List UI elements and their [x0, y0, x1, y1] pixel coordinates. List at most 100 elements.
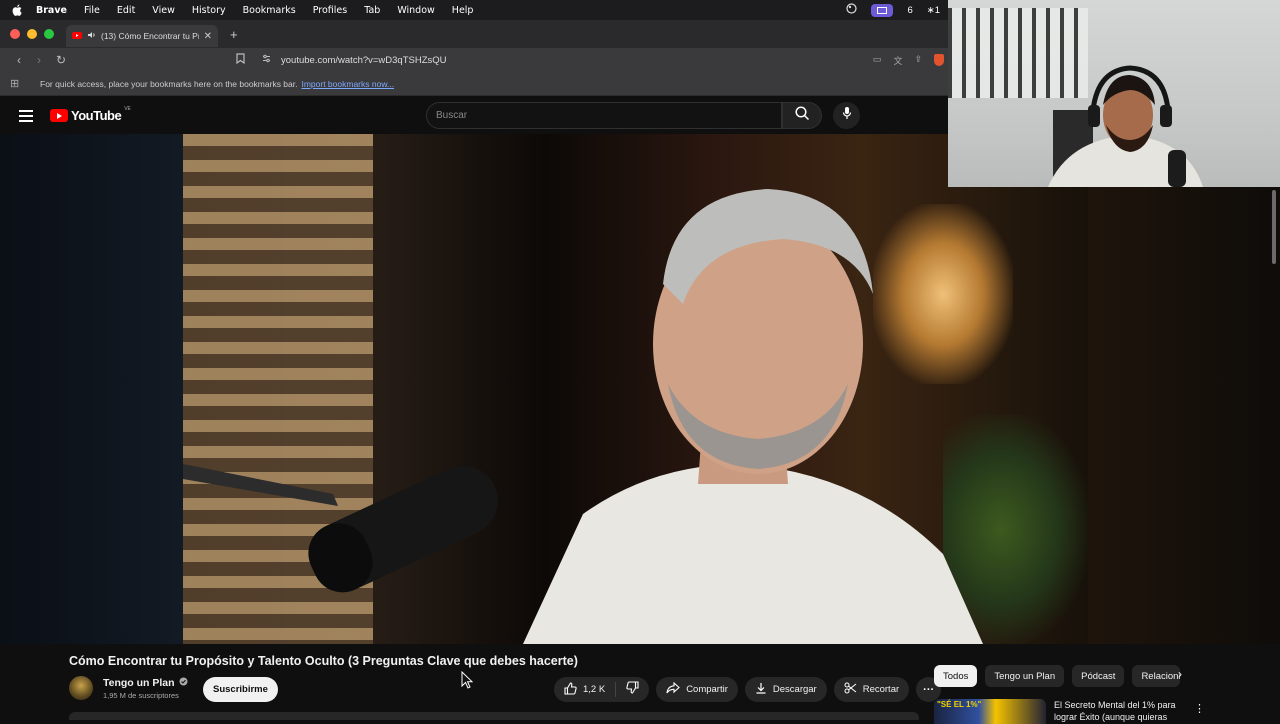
status-indicator: ∗1: [926, 4, 940, 16]
related-filter-chips: Todos Tengo un Plan Pódcast Relaciona: [934, 665, 1181, 687]
share-icon: [666, 681, 681, 697]
recommended-more-icon[interactable]: ⋮: [1194, 702, 1205, 715]
chip-related[interactable]: Relaciona: [1132, 665, 1181, 687]
voice-search-button[interactable]: [833, 102, 860, 129]
like-count: 1,2 K: [583, 684, 606, 695]
thumbnail-text: "SÉ EL 1%": [937, 700, 982, 709]
reload-icon[interactable]: ↻: [54, 53, 68, 67]
menu-edit[interactable]: Edit: [117, 5, 135, 16]
clip-button[interactable]: Recortar: [833, 677, 910, 702]
microphone-icon: [842, 106, 852, 125]
bookmark-icon[interactable]: [236, 53, 245, 67]
video-player[interactable]: [0, 134, 1280, 644]
like-dislike-group: 1,2 K: [554, 677, 650, 702]
browser-toolbar: ‹ › ↻ youtube.com/watch?v=wD3qTSHZsQU ▭ …: [0, 48, 948, 72]
audio-playing-icon[interactable]: [87, 31, 96, 41]
mouse-cursor-icon: [461, 671, 473, 689]
share-button[interactable]: Compartir: [656, 677, 738, 702]
menu-tab[interactable]: Tab: [364, 5, 380, 16]
status-count: 6: [907, 4, 913, 16]
download-icon: [755, 682, 767, 697]
chip-podcast[interactable]: Pódcast: [1072, 665, 1125, 687]
menu-icon[interactable]: [19, 110, 33, 125]
browser-tab-strip: (13) Cómo Encontrar tu Propósito y Talen…: [0, 20, 948, 48]
speaker-figure: [183, 189, 983, 644]
description-box[interactable]: [69, 712, 919, 720]
search-button[interactable]: [782, 102, 822, 129]
chip-all[interactable]: Todos: [934, 665, 978, 687]
ambient-left: [0, 134, 183, 644]
menu-help[interactable]: Help: [452, 5, 474, 16]
more-horizontal-icon: ···: [923, 683, 935, 696]
control-center-icon[interactable]: [846, 3, 858, 17]
new-tab-button[interactable]: +: [230, 27, 238, 42]
download-button[interactable]: Descargar: [744, 677, 827, 702]
ambient-right: [1088, 134, 1280, 644]
menu-window[interactable]: Window: [397, 5, 434, 16]
webcam-overlay: [948, 0, 1280, 187]
recommended-video[interactable]: "SÉ EL 1%" El Secreto Mental del 1% para…: [934, 699, 1184, 724]
scissors-icon: [844, 682, 857, 697]
clip-label: Recortar: [862, 684, 900, 695]
download-label: Descargar: [772, 684, 817, 695]
like-button[interactable]: 1,2 K: [554, 681, 617, 698]
youtube-play-icon: [50, 109, 68, 122]
url-text[interactable]: youtube.com/watch?v=wD3qTSHZsQU: [281, 55, 447, 66]
menu-profiles[interactable]: Profiles: [313, 5, 348, 16]
video-actions: 1,2 K Compartir Descargar Recortar ···: [554, 677, 942, 702]
youtube-wordmark: YouTube: [71, 108, 122, 123]
apple-icon[interactable]: [12, 4, 26, 16]
menu-history[interactable]: History: [192, 5, 226, 16]
video-frame[interactable]: [183, 134, 1088, 644]
share-label: Compartir: [686, 684, 728, 695]
menu-file[interactable]: File: [84, 5, 100, 16]
verified-icon: [179, 677, 188, 689]
menu-status-area: 6 ∗1: [846, 3, 940, 17]
close-tab-icon[interactable]: ✕: [204, 31, 212, 42]
apps-grid-icon[interactable]: ⊞: [10, 77, 22, 90]
close-window-button[interactable]: [10, 29, 20, 39]
country-code: VE: [124, 105, 131, 112]
recommended-thumbnail[interactable]: "SÉ EL 1%": [934, 699, 1046, 724]
thumbs-up-icon: [564, 681, 577, 698]
search-input[interactable]: Buscar: [426, 102, 782, 129]
window-controls: [10, 29, 54, 39]
menu-view[interactable]: View: [152, 5, 175, 16]
bookmarks-hint: For quick access, place your bookmarks h…: [40, 78, 298, 89]
channel-avatar[interactable]: [69, 676, 93, 700]
browser-tab-active[interactable]: (13) Cómo Encontrar tu Propósito y Talen…: [66, 25, 218, 47]
site-settings-icon[interactable]: [262, 54, 271, 66]
zoom-window-button[interactable]: [44, 29, 54, 39]
cast-icon[interactable]: ▭: [873, 54, 882, 67]
chips-next-icon[interactable]: ›: [1178, 667, 1182, 681]
toolbar-icons: ▭ 文 ⇪: [873, 53, 944, 67]
channel-name[interactable]: Tengo un Plan: [103, 677, 175, 689]
menu-bookmarks[interactable]: Bookmarks: [243, 5, 296, 16]
subscriber-count: 1,95 M de suscriptores: [103, 690, 179, 700]
brave-shields-icon[interactable]: [934, 53, 944, 66]
address-bar[interactable]: youtube.com/watch?v=wD3qTSHZsQU: [262, 54, 447, 66]
channel-name-row: Tengo un Plan: [103, 677, 188, 689]
dislike-button[interactable]: [616, 680, 649, 699]
minimize-window-button[interactable]: [27, 29, 37, 39]
chip-channel[interactable]: Tengo un Plan: [985, 665, 1065, 687]
menu-app-name[interactable]: Brave: [36, 5, 67, 16]
bookmarks-bar: ⊞ For quick access, place your bookmarks…: [0, 72, 948, 96]
back-icon[interactable]: ‹: [12, 53, 26, 67]
recommended-title[interactable]: El Secreto Mental del 1% para lograr Éxi…: [1054, 699, 1184, 724]
search-icon: [794, 105, 810, 126]
youtube-favicon-icon: [72, 31, 82, 41]
share-page-icon[interactable]: ⇪: [914, 54, 922, 67]
video-title: Cómo Encontrar tu Propósito y Talento Oc…: [69, 654, 578, 668]
channel-info: Tengo un Plan 1,95 M de suscriptores: [69, 676, 188, 700]
subscribe-button[interactable]: Suscribirme: [203, 677, 278, 702]
translate-icon[interactable]: 文: [893, 54, 902, 67]
webcam-person: [1048, 65, 1203, 187]
thumbs-down-icon: [626, 680, 639, 699]
youtube-logo[interactable]: YouTube VE: [50, 105, 131, 123]
screen-share-icon[interactable]: [871, 3, 894, 17]
import-bookmarks-link[interactable]: Import bookmarks now...: [301, 79, 394, 89]
forward-icon[interactable]: ›: [32, 53, 46, 67]
page-scrollbar[interactable]: [1272, 190, 1276, 264]
tab-title: (13) Cómo Encontrar tu Propósito y Talen…: [101, 31, 199, 41]
